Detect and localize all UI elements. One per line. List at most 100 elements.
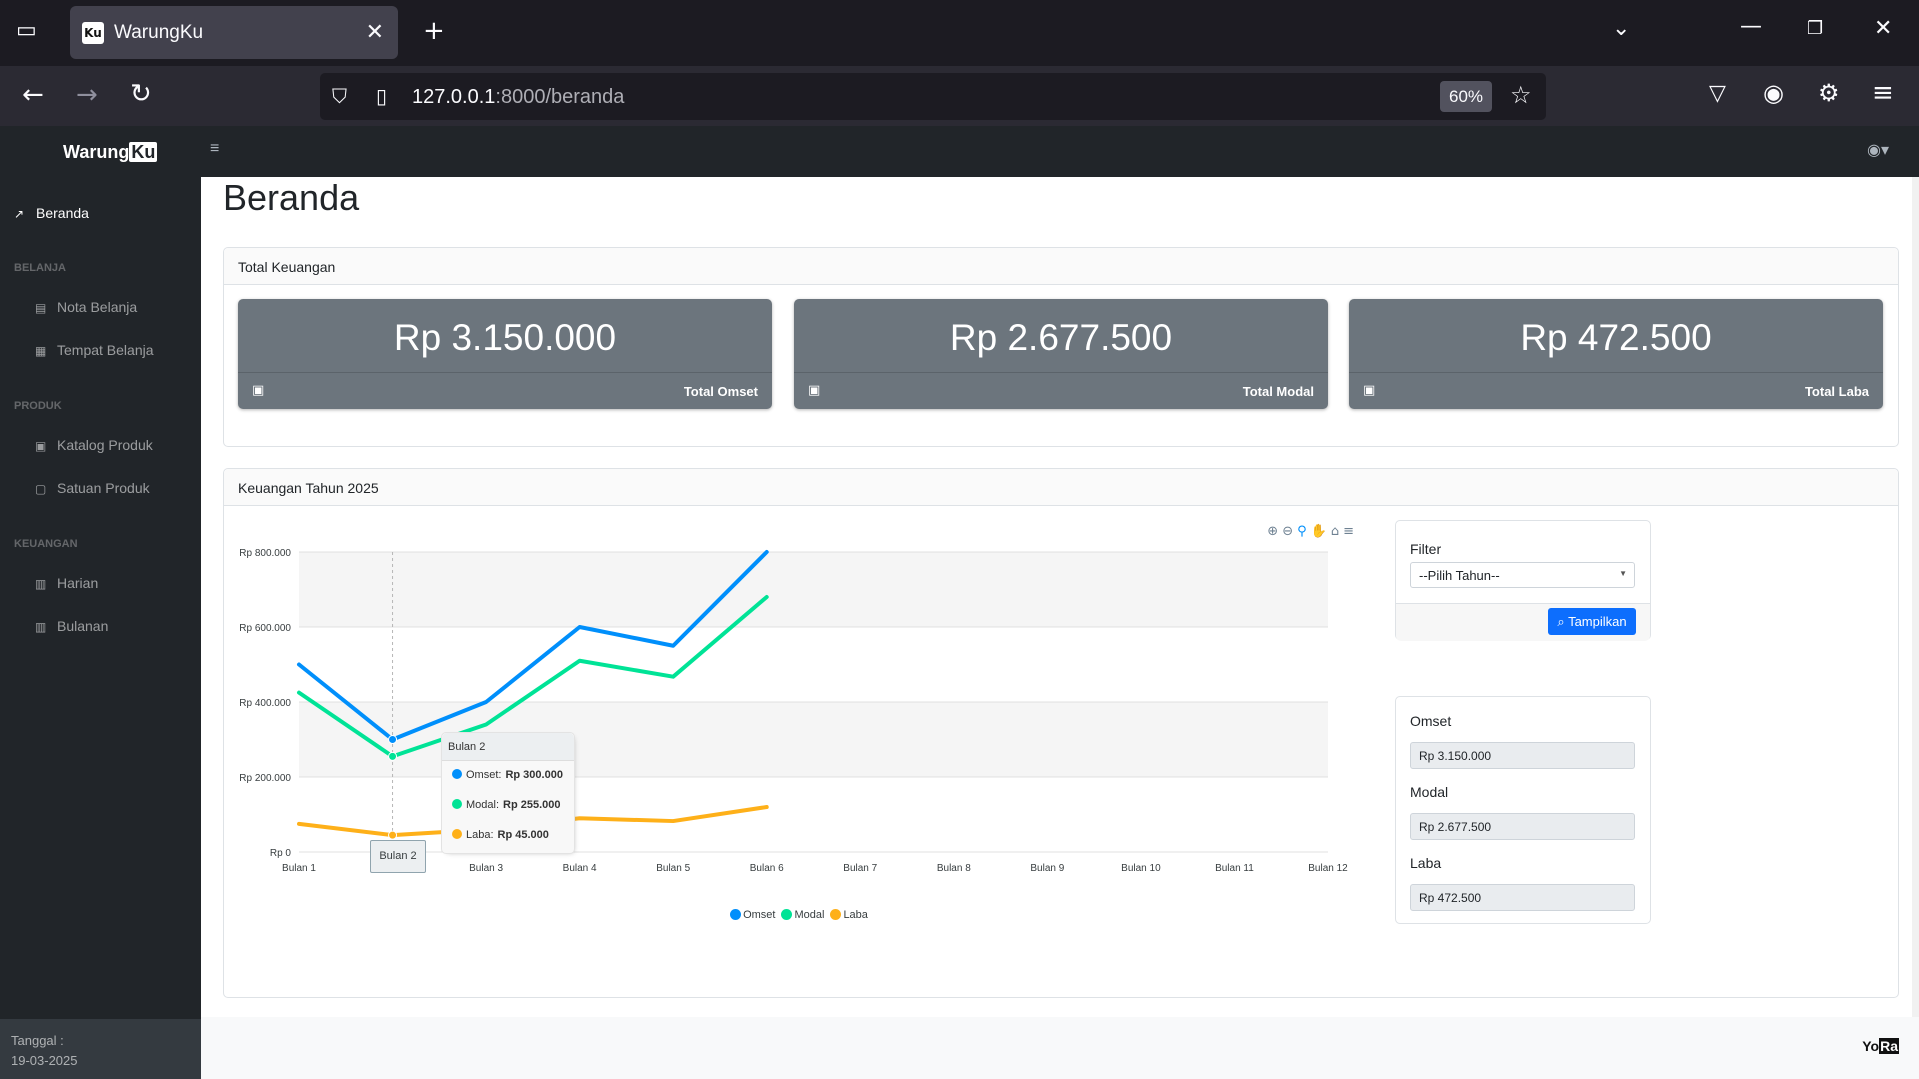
pocket-icon[interactable]: ▽ <box>1709 81 1726 106</box>
shield-icon[interactable]: ⛉ <box>332 84 347 108</box>
sidebar-heading-keuangan: KEUANGAN <box>14 538 78 550</box>
tab-list-chevron-icon[interactable]: ⌄ <box>1612 16 1630 41</box>
sidebar-heading-produk: PRODUK <box>14 400 62 412</box>
legend-item-omset[interactable]: Omset <box>730 909 775 921</box>
hover-marker-omset <box>388 735 398 744</box>
brand-logo[interactable]: Warung Ku <box>63 142 158 163</box>
money-icon: ▣ <box>1363 383 1376 398</box>
y-tick-label: Rp 0 <box>270 848 292 859</box>
account-icon[interactable]: ◉ <box>1763 79 1784 107</box>
keuangan-tahun-header: Keuangan Tahun 2025 <box>224 469 1898 506</box>
year-select[interactable]: --Pilih Tahun-- ▼ <box>1410 562 1635 588</box>
tooltip-modal-label: Modal: <box>466 799 500 811</box>
close-window-icon[interactable]: ✕ <box>1874 16 1892 41</box>
sidebar-item-bulanan[interactable]: ▥ Bulanan <box>35 618 108 634</box>
stat-card-omset: Rp 3.150.000 ▣ Total Omset <box>238 299 772 409</box>
footer-logo: YoRa <box>1862 1038 1899 1054</box>
x-tick-label: Bulan 11 <box>1215 863 1254 874</box>
tab-favicon-icon: Ku <box>82 22 104 44</box>
main-content: Beranda Total Keuangan Rp 3.150.000 ▣ To… <box>201 177 1912 1017</box>
calendar-day-icon: ▥ <box>35 577 47 591</box>
filter-panel-footer: ⌕ Tampilkan <box>1396 603 1650 641</box>
stat-modal-value: Rp 2.677.500 <box>949 317 1173 358</box>
new-tab-icon[interactable]: + <box>423 16 445 46</box>
x-tick-label: Bulan 7 <box>843 863 877 874</box>
user-menu-icon[interactable]: ◉▾ <box>1867 140 1889 160</box>
totals-omset-label: Omset <box>1410 713 1452 729</box>
finance-chart[interactable]: ⊕ ⊖ ⚲ ✋ ⌂ ≡ Rp 0 Rp 200.000 Rp 400.000 Rp 600.00… <box>224 506 1374 926</box>
url-text: 127.0.0.1:8000/beranda <box>412 86 624 109</box>
stat-laba-footer: ▣ Total Laba <box>1349 372 1883 409</box>
stat-omset-label: Total Omset <box>683 384 758 399</box>
zoom-level-badge[interactable]: 60% <box>1440 81 1492 112</box>
scrollbar-track[interactable] <box>1912 177 1919 1017</box>
y-tick-label: Rp 600.000 <box>239 623 291 634</box>
page-info-icon[interactable]: ▯ <box>376 84 387 108</box>
tooltip-omset-value: Rp 300.000 <box>505 769 563 781</box>
tab-close-icon[interactable]: ✕ <box>366 19 384 45</box>
x-tick-label: Bulan 6 <box>750 863 784 874</box>
money-icon: ▣ <box>252 383 265 398</box>
extensions-icon[interactable]: ⚙ <box>1818 79 1840 107</box>
tooltip-laba-label: Laba: <box>466 829 494 841</box>
total-keuangan-header: Total Keuangan <box>224 248 1898 285</box>
sidebar-item-nota-belanja[interactable]: ▤ Nota Belanja <box>35 299 137 315</box>
totals-omset-field: Rp 3.150.000 <box>1410 742 1635 769</box>
bookmark-star-icon[interactable]: ☆ <box>1510 81 1532 109</box>
current-date: 19-03-2025 <box>11 1053 78 1068</box>
legend-label: Laba <box>843 909 868 921</box>
tooltip-row-modal: Modal: Rp 255.000 <box>442 791 574 821</box>
receipt-icon: ▤ <box>35 301 47 315</box>
filter-label: Filter <box>1410 541 1442 557</box>
legend-item-laba[interactable]: Laba <box>830 909 868 921</box>
tooltip-omset-label: Omset: <box>466 769 502 781</box>
sidebar-toggle-icon[interactable]: ≡ <box>210 140 219 158</box>
stat-omset-value: Rp 3.150.000 <box>393 317 617 358</box>
brand-ku: Ku <box>129 142 158 162</box>
tampilkan-button-label: Tampilkan <box>1568 614 1627 629</box>
sidebar-item-katalog-produk[interactable]: ▣ Katalog Produk <box>35 437 153 453</box>
stat-card-laba: Rp 472.500 ▣ Total Laba <box>1349 299 1883 409</box>
sidebar-item-tempat-belanja[interactable]: ▦ Tempat Belanja <box>35 342 154 358</box>
page-title: Beranda <box>223 177 360 218</box>
tab-overview-icon[interactable]: ▭ <box>16 18 37 43</box>
back-arrow-icon[interactable]: ← <box>22 80 44 110</box>
reload-icon[interactable]: ↻ <box>130 79 152 109</box>
totals-laba-label: Laba <box>1410 855 1442 871</box>
restore-icon[interactable]: ❐ <box>1807 18 1823 39</box>
footer-logo-ra: Ra <box>1879 1038 1899 1054</box>
sidebar-item-harian[interactable]: ▥ Harian <box>35 575 98 591</box>
tab-title: WarungKu <box>114 22 204 43</box>
app-menu-icon[interactable]: ≡ <box>1872 78 1894 108</box>
tampilkan-button[interactable]: ⌕ Tampilkan <box>1548 608 1636 635</box>
totals-panel: Omset Rp 3.150.000 Modal Rp 2.677.500 La… <box>1395 696 1651 924</box>
total-keuangan-card: Total Keuangan Rp 3.150.000 ▣ Total Omse… <box>223 247 1899 447</box>
minimize-icon[interactable]: — <box>1740 14 1762 39</box>
browser-tab[interactable]: Ku WarungKu ✕ <box>70 6 398 59</box>
x-tick-label: Bulan 12 <box>1308 863 1348 874</box>
url-bar[interactable]: ⛉ ▯ 127.0.0.1:8000/beranda 60% ☆ <box>320 73 1546 120</box>
url-host: 127.0.0.1 <box>412 86 496 108</box>
y-tick-label: Rp 800.000 <box>239 548 291 559</box>
tooltip-row-omset: Omset: Rp 300.000 <box>442 761 574 791</box>
legend-label: Omset <box>743 909 776 921</box>
x-tick-label: Bulan 3 <box>469 863 503 874</box>
stat-laba-value: Rp 472.500 <box>1520 317 1712 358</box>
content-footer: YoRa <box>201 1017 1919 1079</box>
stat-modal-label: Total Modal <box>1242 384 1314 399</box>
x-tick-label: Bulan 5 <box>656 863 690 874</box>
totals-modal-label: Modal <box>1410 784 1449 800</box>
footer-logo-yo: Yo <box>1862 1038 1880 1054</box>
forward-arrow-icon[interactable]: → <box>76 80 98 110</box>
stat-laba-label: Total Laba <box>1804 384 1869 399</box>
store-icon: ▦ <box>35 344 47 358</box>
sidebar-item-satuan-produk[interactable]: ▢ Satuan Produk <box>35 480 150 496</box>
legend-item-modal[interactable]: Modal <box>781 909 824 921</box>
stat-modal-footer: ▣ Total Modal <box>794 372 1328 409</box>
laba-dot-icon <box>452 829 462 839</box>
filter-panel: Filter --Pilih Tahun-- ▼ ⌕ Tampilkan <box>1395 520 1651 641</box>
sidebar-item-beranda[interactable]: ↗ Beranda <box>14 205 89 221</box>
calendar-month-icon: ▥ <box>35 620 47 634</box>
chart-line-icon: ↗ <box>14 207 25 221</box>
app-topbar: Warung Ku ≡ ◉▾ <box>0 126 1919 177</box>
